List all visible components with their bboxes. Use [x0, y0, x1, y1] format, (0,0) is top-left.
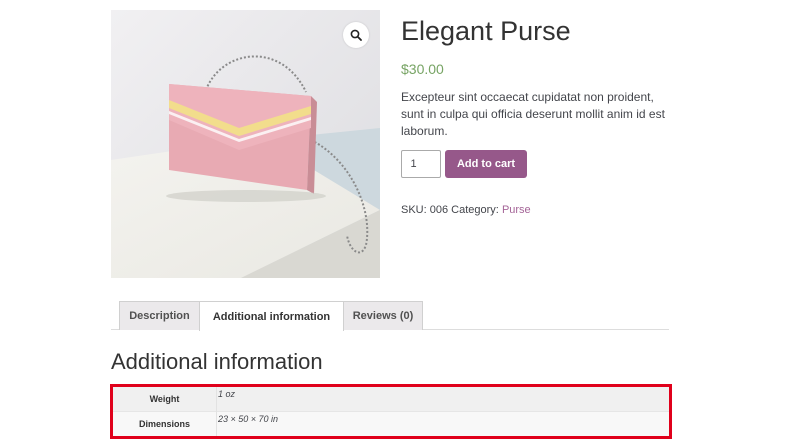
table-row: Weight 1 oz [111, 385, 671, 412]
tab-reviews[interactable]: Reviews (0) [343, 301, 423, 330]
product-meta: SKU: 006 Category: Purse [401, 204, 681, 216]
table-row: Dimensions 23 × 50 × 70 in [111, 411, 671, 438]
category-link[interactable]: Purse [502, 204, 531, 216]
purse-photo [111, 10, 380, 278]
product-title: Elegant Purse [401, 16, 571, 46]
add-to-cart-form: Add to cart [401, 150, 681, 178]
attribute-value-dimensions: 23 × 50 × 70 in [216, 411, 671, 438]
product-summary: Elegant Purse $30.00 Excepteur sint occa… [401, 10, 681, 216]
product-price: $30.00 [401, 61, 444, 77]
section-title: Additional information [111, 349, 323, 374]
attribute-label-dimensions: Dimensions [111, 411, 217, 438]
search-icon [350, 29, 362, 41]
product-tabs: Description Additional information Revie… [111, 300, 669, 331]
attribute-value-weight: 1 oz [216, 385, 671, 412]
tab-description[interactable]: Description [119, 301, 200, 330]
attribute-label-weight: Weight [111, 385, 217, 412]
category-label: Category: [451, 204, 499, 216]
product-image[interactable] [111, 10, 380, 278]
sku-label: SKU: [401, 204, 427, 216]
sku-value: 006 [429, 204, 449, 216]
quantity-input[interactable] [401, 150, 441, 178]
tab-additional-information[interactable]: Additional information [199, 301, 344, 331]
attributes-table: Weight 1 oz Dimensions 23 × 50 × 70 in [110, 384, 672, 439]
add-to-cart-button[interactable]: Add to cart [445, 150, 527, 178]
product-description: Excepteur sint occaecat cupidatat non pr… [401, 90, 665, 138]
zoom-button[interactable] [343, 22, 369, 48]
